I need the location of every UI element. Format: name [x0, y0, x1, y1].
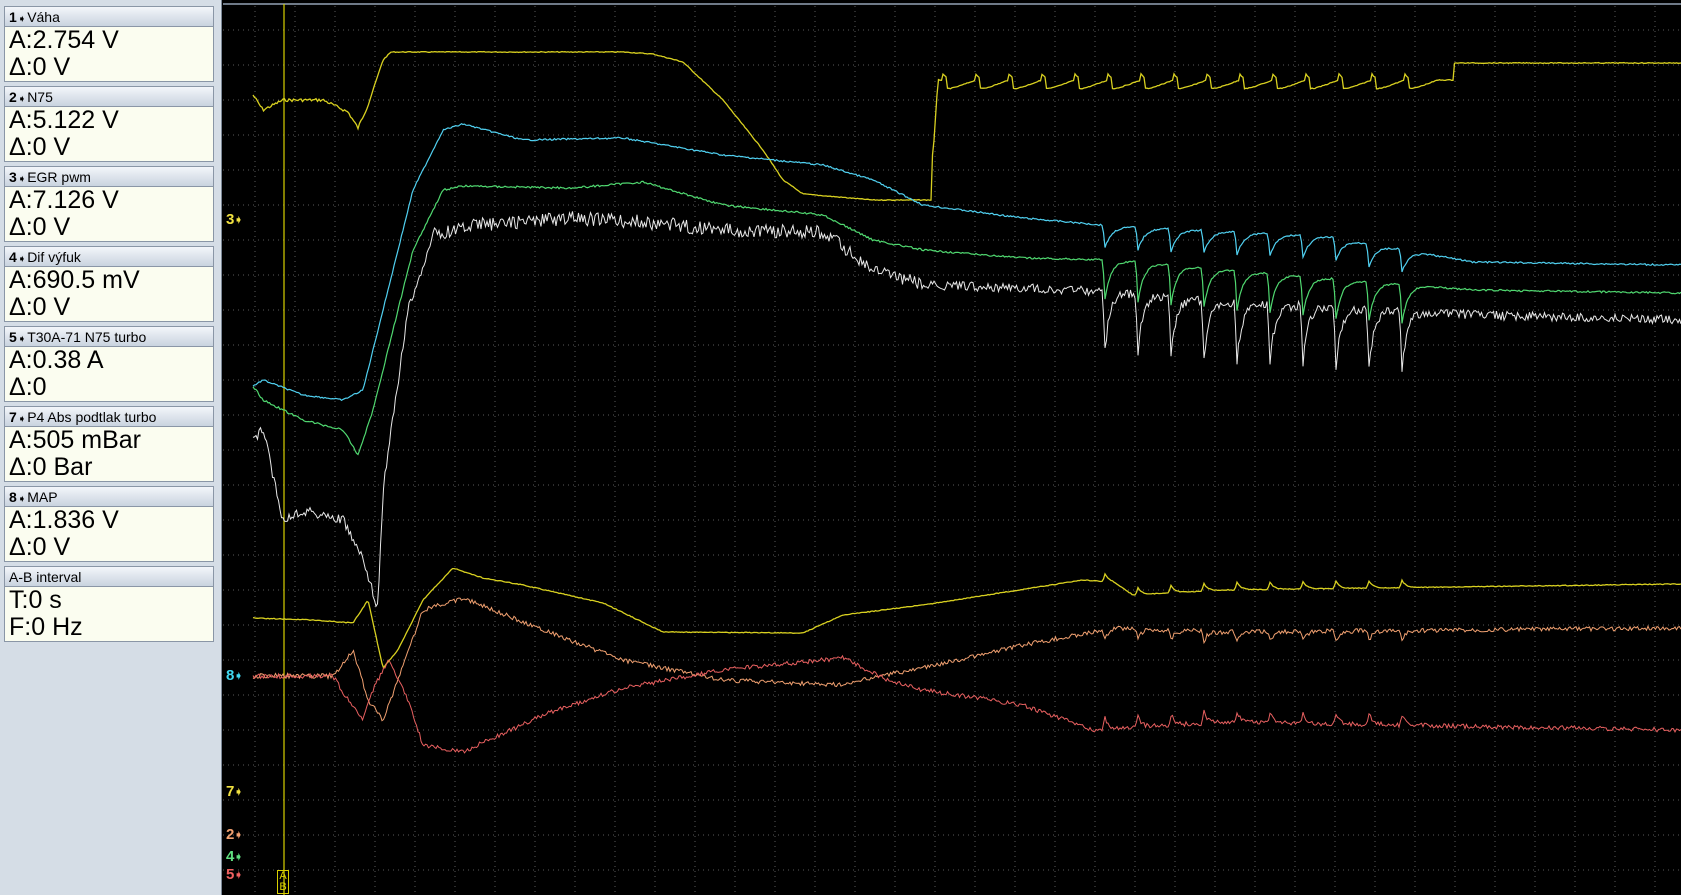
channel-arrow-icon: ➧ [17, 174, 27, 185]
channel-header[interactable]: 5➧T30A-71 N75 turbo [5, 327, 213, 347]
marker-arrow-icon: ➧ [234, 671, 243, 682]
channel-arrow-icon: ➧ [17, 494, 27, 505]
channel-header[interactable]: 2➧N75 [5, 87, 213, 107]
channel-header[interactable]: 8➧MAP [5, 487, 213, 507]
cursor-b-label: B [279, 881, 287, 893]
channel-marker-8[interactable]: 8➧ [226, 668, 243, 685]
channel-name: Váha [27, 9, 60, 25]
channel-header[interactable]: 7➧P4 Abs podtlak turbo [5, 407, 213, 427]
channel-delta-value: Δ:0 Bar [9, 454, 93, 481]
channel-name: Dif výfuk [27, 249, 81, 265]
channel-panel-7[interactable]: 7➧P4 Abs podtlak turbo A:505 mBar Δ:0 Ba… [4, 406, 214, 482]
interval-frequency-value: F:0 Hz [9, 614, 83, 641]
marker-arrow-icon: ➧ [234, 870, 243, 881]
channel-name: T30A-71 N75 turbo [27, 329, 147, 345]
channel-number: 7 [9, 409, 17, 425]
channel-marker-2[interactable]: 2➧ [226, 827, 243, 844]
channel-arrow-icon: ➧ [17, 14, 27, 25]
channel-arrow-icon: ➧ [17, 414, 27, 425]
channel-a-value: A:5.122 V [9, 107, 119, 134]
channel-marker-5[interactable]: 5➧ [226, 867, 243, 884]
channel-panel-8[interactable]: 8➧MAP A:1.836 V Δ:0 V [4, 486, 214, 562]
channel-delta-value: Δ:0 V [9, 214, 71, 241]
channel-sidebar: 1➧Váha A:2.754 V Δ:0 V 2➧N75 A:5.122 V Δ… [0, 0, 222, 895]
channel-a-value: A:0.38 A [9, 347, 104, 374]
channel-name: N75 [27, 89, 53, 105]
channel-name: MAP [27, 489, 58, 505]
ab-cursor-marker[interactable]: AB [277, 870, 289, 894]
channel-delta-value: Δ:0 [9, 374, 47, 401]
ab-interval-header: A-B interval [5, 567, 213, 587]
ab-interval-panel[interactable]: A-B interval T:0 s F:0 Hz [4, 566, 214, 642]
marker-arrow-icon: ➧ [234, 852, 243, 863]
channel-panel-4[interactable]: 4➧Dif výfuk A:690.5 mV Δ:0 V [4, 246, 214, 322]
channel-marker-7[interactable]: 7➧ [226, 784, 243, 801]
channel-a-value: A:505 mBar [9, 427, 142, 454]
channel-a-value: A:7.126 V [9, 187, 119, 214]
channel-arrow-icon: ➧ [17, 94, 27, 105]
channel-number: 4 [9, 249, 17, 265]
channel-header[interactable]: 4➧Dif výfuk [5, 247, 213, 267]
marker-arrow-icon: ➧ [234, 215, 243, 226]
channel-number: 3 [9, 169, 17, 185]
channel-arrow-icon: ➧ [17, 254, 27, 265]
channel-delta-value: Δ:0 V [9, 294, 71, 321]
channel-number: 8 [9, 489, 17, 505]
channel-number: 2 [9, 89, 17, 105]
oscilloscope-plot[interactable] [223, 0, 1681, 895]
channel-a-value: A:2.754 V [9, 27, 119, 54]
channel-delta-value: Δ:0 V [9, 54, 71, 81]
channel-delta-value: Δ:0 V [9, 134, 71, 161]
channel-panel-1[interactable]: 1➧Váha A:2.754 V Δ:0 V [4, 6, 214, 82]
marker-arrow-icon: ➧ [234, 830, 243, 841]
channel-name: P4 Abs podtlak turbo [27, 409, 157, 425]
channel-number: 5 [9, 329, 17, 345]
channel-marker-4[interactable]: 4➧ [226, 849, 243, 866]
channel-arrow-icon: ➧ [17, 334, 27, 345]
channel-name: EGR pwm [27, 169, 91, 185]
channel-header[interactable]: 3➧EGR pwm [5, 167, 213, 187]
channel-a-value: A:1.836 V [9, 507, 119, 534]
channel-delta-value: Δ:0 V [9, 534, 71, 561]
channel-panel-5[interactable]: 5➧T30A-71 N75 turbo A:0.38 A Δ:0 [4, 326, 214, 402]
channel-panel-2[interactable]: 2➧N75 A:5.122 V Δ:0 V [4, 86, 214, 162]
interval-time-value: T:0 s [9, 587, 62, 614]
channel-a-value: A:690.5 mV [9, 267, 140, 294]
channel-number: 1 [9, 9, 17, 25]
channel-marker-3[interactable]: 3➧ [226, 212, 243, 229]
channel-panel-3[interactable]: 3➧EGR pwm A:7.126 V Δ:0 V [4, 166, 214, 242]
channel-header[interactable]: 1➧Váha [5, 7, 213, 27]
marker-arrow-icon: ➧ [234, 787, 243, 798]
